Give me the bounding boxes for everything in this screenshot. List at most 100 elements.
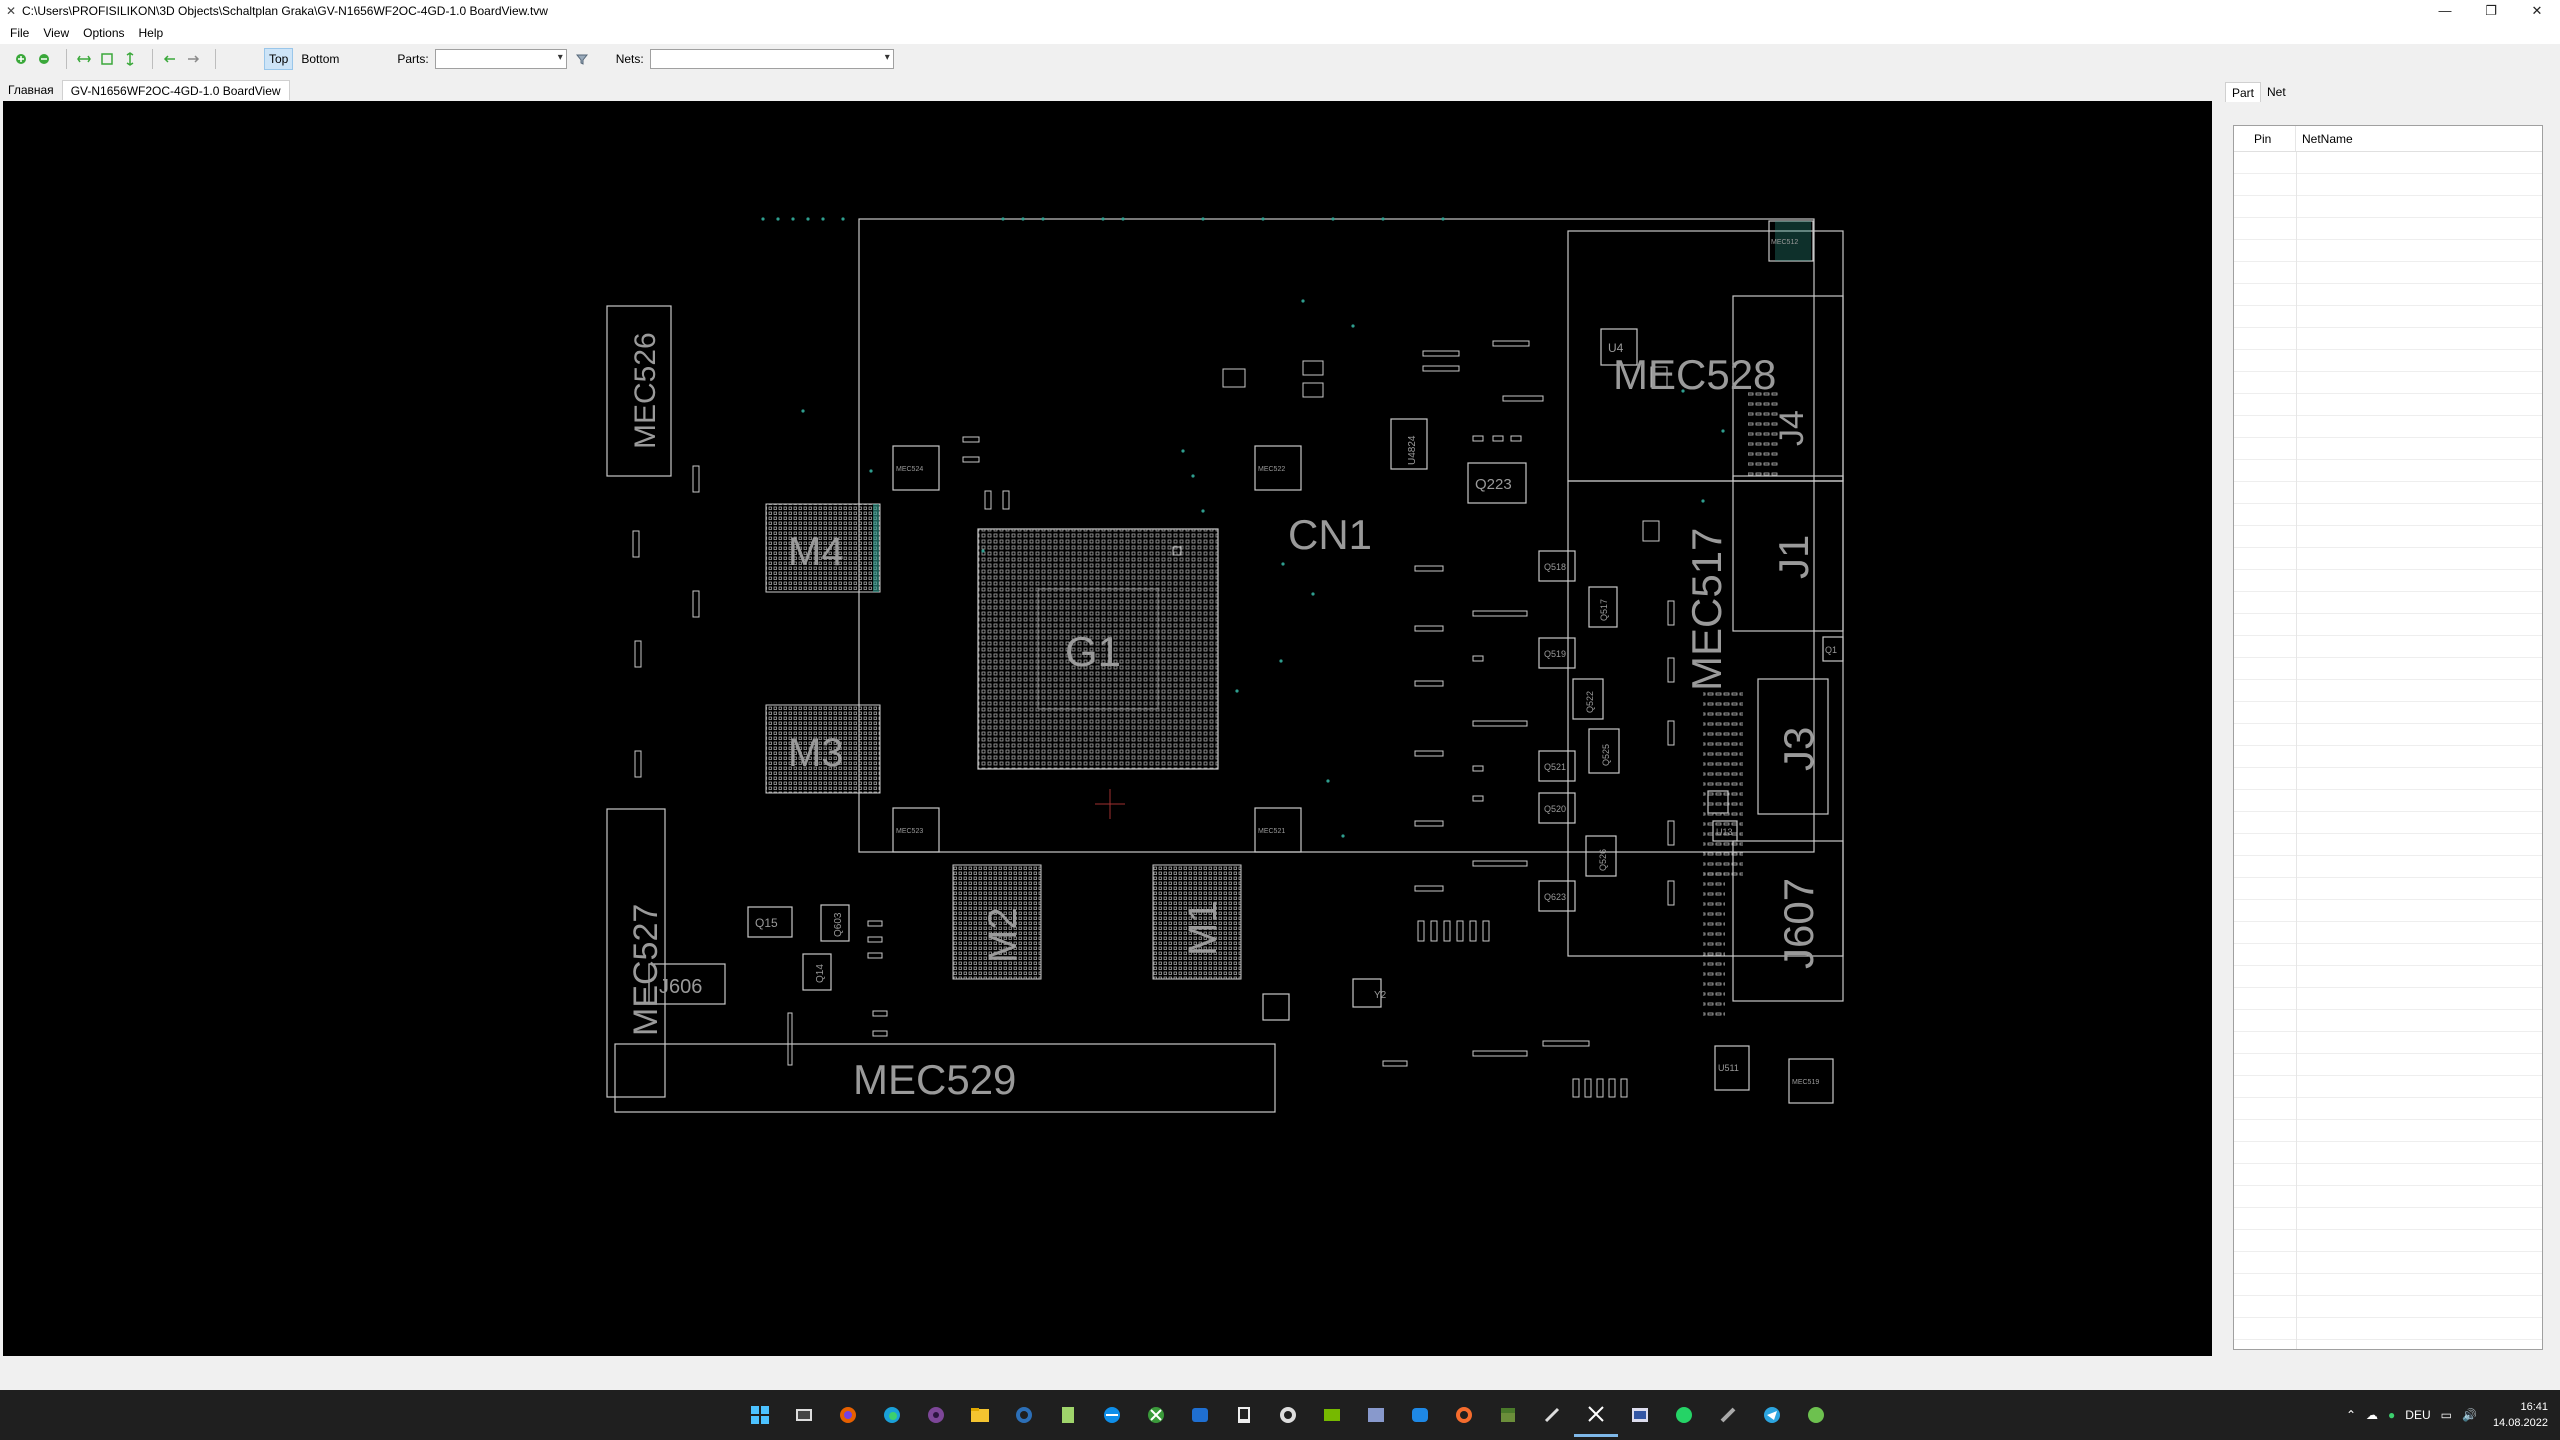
app-d-icon[interactable] bbox=[1530, 1393, 1574, 1437]
label-j3: J3 bbox=[1775, 727, 1822, 771]
nets-combobox[interactable]: ▾ bbox=[649, 49, 894, 69]
network-icon[interactable]: ▭ bbox=[2441, 1408, 2452, 1422]
app-f-icon[interactable] bbox=[1706, 1393, 1750, 1437]
windows-start-icon[interactable] bbox=[738, 1393, 782, 1437]
tab-boardview[interactable]: GV-N1656WF2OC-4GD-1.0 BoardView bbox=[61, 80, 290, 100]
chrome-icon[interactable] bbox=[1266, 1393, 1310, 1437]
nvidia-icon[interactable] bbox=[1310, 1393, 1354, 1437]
top-side-button[interactable]: Top bbox=[264, 48, 294, 70]
clock-time: 16:41 bbox=[2520, 1401, 2548, 1413]
part-net-panel: Part Net Pin NetName bbox=[2225, 80, 2550, 1356]
app-g-icon[interactable] bbox=[1794, 1393, 1838, 1437]
teamviewer-icon[interactable] bbox=[1090, 1393, 1134, 1437]
column-netname[interactable]: NetName bbox=[2296, 126, 2353, 151]
label-u511: U511 bbox=[1718, 1063, 1739, 1073]
menu-bar: File View Options Help bbox=[0, 22, 2560, 44]
bottom-side-button[interactable]: Bottom bbox=[297, 48, 343, 70]
status-dot-icon[interactable]: ● bbox=[2388, 1408, 2395, 1422]
toolbar-separator bbox=[215, 49, 216, 69]
label-m1: M1 bbox=[1181, 900, 1225, 956]
label-q603: Q603 bbox=[833, 912, 844, 937]
label-mec524: MEC524 bbox=[896, 466, 923, 473]
label-q1: Q1 bbox=[1825, 645, 1837, 655]
nets-label: Nets: bbox=[615, 52, 644, 66]
forward-arrow-icon[interactable] bbox=[184, 50, 202, 68]
label-q521: Q521 bbox=[1544, 762, 1566, 772]
ccleaner-icon[interactable] bbox=[1002, 1393, 1046, 1437]
label-q525: Q525 bbox=[1601, 744, 1611, 766]
fit-all-icon[interactable] bbox=[98, 50, 116, 68]
label-q522: Q522 bbox=[1585, 691, 1595, 713]
label-mec523: MEC523 bbox=[896, 828, 923, 835]
task-view-icon[interactable] bbox=[782, 1393, 826, 1437]
label-u4824: U4824 bbox=[1407, 435, 1418, 465]
tab-home[interactable]: Главная bbox=[0, 80, 62, 100]
epic-games-icon[interactable] bbox=[1222, 1393, 1266, 1437]
app-c-icon[interactable] bbox=[1398, 1393, 1442, 1437]
label-q519: Q519 bbox=[1544, 649, 1566, 659]
notepad-icon[interactable] bbox=[1046, 1393, 1090, 1437]
label-q517: Q517 bbox=[1599, 599, 1609, 621]
volume-icon[interactable]: 🔊 bbox=[2462, 1408, 2477, 1422]
toolbar-separator bbox=[152, 49, 153, 69]
pin-grid[interactable]: Pin NetName bbox=[2233, 125, 2543, 1350]
app-b-icon[interactable] bbox=[1354, 1393, 1398, 1437]
firefox-icon[interactable] bbox=[826, 1393, 870, 1437]
toolbar: Top Bottom Parts: ▾ Nets: ▾ bbox=[0, 44, 2560, 74]
restore-button[interactable]: ❐ bbox=[2468, 0, 2514, 22]
language-indicator[interactable]: DEU bbox=[2405, 1408, 2430, 1422]
tab-net[interactable]: Net bbox=[2261, 82, 2292, 102]
telegram-icon[interactable] bbox=[1750, 1393, 1794, 1437]
app-icon: ✕ bbox=[5, 4, 17, 18]
app-a-icon[interactable] bbox=[1178, 1393, 1222, 1437]
close-button[interactable]: ✕ bbox=[2514, 0, 2560, 22]
xbox-icon[interactable] bbox=[1134, 1393, 1178, 1437]
label-q520: Q520 bbox=[1544, 804, 1566, 814]
filter-icon[interactable] bbox=[573, 50, 591, 68]
back-arrow-icon[interactable] bbox=[161, 50, 179, 68]
fit-width-icon[interactable] bbox=[75, 50, 93, 68]
panel-tabs: Part Net bbox=[2225, 80, 2550, 102]
tor-icon[interactable] bbox=[914, 1393, 958, 1437]
zoom-out-icon[interactable] bbox=[35, 50, 53, 68]
fit-height-icon[interactable] bbox=[121, 50, 139, 68]
label-j4: J4 bbox=[1773, 410, 1811, 446]
label-cn1: CN1 bbox=[1288, 511, 1372, 558]
label-mec526: MEC526 bbox=[629, 332, 662, 449]
cloud-icon[interactable]: ☁ bbox=[2366, 1408, 2378, 1422]
minecraft-icon[interactable] bbox=[1486, 1393, 1530, 1437]
minimize-button[interactable]: — bbox=[2422, 0, 2468, 22]
menu-help[interactable]: Help bbox=[139, 26, 164, 40]
origin-icon[interactable] bbox=[1442, 1393, 1486, 1437]
column-pin[interactable]: Pin bbox=[2234, 126, 2296, 151]
grid-rows bbox=[2234, 152, 2542, 1349]
menu-view[interactable]: View bbox=[43, 26, 69, 40]
boardviewer-icon[interactable] bbox=[1574, 1393, 1618, 1437]
clock[interactable]: 16:41 14.08.2022 bbox=[2493, 1399, 2548, 1431]
app-e-icon[interactable] bbox=[1618, 1393, 1662, 1437]
file-explorer-icon[interactable] bbox=[958, 1393, 1002, 1437]
label-q14: Q14 bbox=[815, 964, 826, 983]
label-m4: M4 bbox=[788, 530, 844, 574]
zoom-in-icon[interactable] bbox=[12, 50, 30, 68]
board-canvas[interactable]: CN1 G1 M4 M3 M2 M1 MEC526 MEC527 MEC528 … bbox=[3, 101, 2212, 1356]
whatsapp-icon[interactable] bbox=[1662, 1393, 1706, 1437]
label-mec519: MEC519 bbox=[1792, 1079, 1819, 1086]
label-u13: U13 bbox=[1716, 827, 1733, 837]
clock-date: 14.08.2022 bbox=[2492, 1417, 2548, 1429]
label-mec517: MEC517 bbox=[1683, 528, 1730, 691]
parts-combobox[interactable]: ▾ bbox=[434, 49, 567, 69]
system-tray: ⌃ ☁ ● DEU ▭ 🔊 16:41 14.08.2022 bbox=[2336, 1390, 2548, 1440]
tab-part[interactable]: Part bbox=[2225, 82, 2262, 102]
menu-options[interactable]: Options bbox=[83, 26, 124, 40]
label-j607: J607 bbox=[1775, 878, 1822, 969]
pcb-drawing: CN1 G1 M4 M3 M2 M1 MEC526 MEC527 MEC528 … bbox=[606, 217, 1844, 1113]
taskbar-apps bbox=[738, 1390, 1838, 1440]
edge-icon[interactable] bbox=[870, 1393, 914, 1437]
document-tabs: Главная GV-N1656WF2OC-4GD-1.0 BoardView bbox=[0, 78, 290, 100]
chevron-down-icon: ▾ bbox=[884, 52, 890, 63]
menu-file[interactable]: File bbox=[10, 26, 29, 40]
chevron-up-icon[interactable]: ⌃ bbox=[2346, 1408, 2356, 1422]
window-controls: — ❐ ✕ bbox=[2422, 0, 2560, 22]
label-q223: Q223 bbox=[1475, 476, 1512, 493]
